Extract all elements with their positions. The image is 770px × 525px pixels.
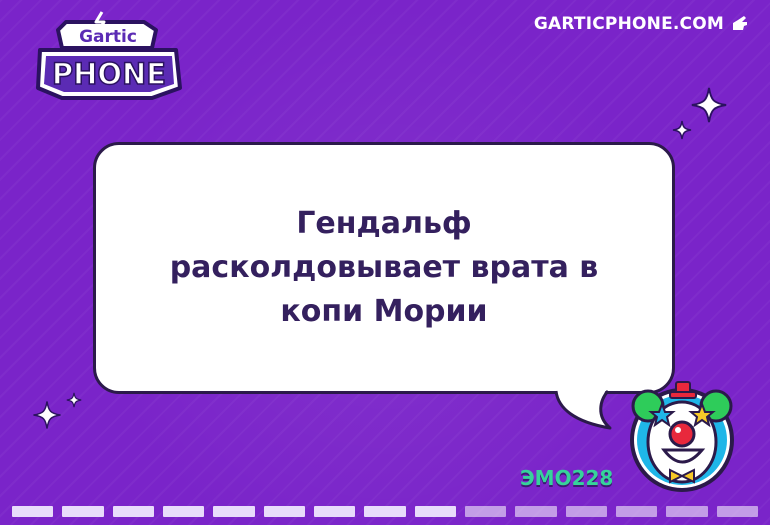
progress-segment (414, 506, 456, 517)
site-label: GARTICPHONE.COM (533, 14, 724, 34)
sparkle-icon (33, 401, 61, 429)
player-name: ЭМО228 (520, 466, 614, 490)
progress-segment (62, 506, 104, 517)
progress-segment (565, 506, 607, 517)
progress-segment (313, 506, 356, 517)
progress-segment (666, 506, 708, 517)
round-progress (12, 506, 758, 517)
site-link[interactable]: GARTICPHONE.COM (534, 14, 750, 34)
progress-segment (615, 506, 658, 517)
svg-text:PHONE: PHONE (52, 57, 166, 91)
progress-segment (112, 506, 154, 517)
clown-avatar (630, 381, 734, 492)
progress-segment (364, 506, 406, 517)
phrase-text: Гендальф расколдовывает врата в копи Мор… (169, 206, 599, 329)
progress-segment (213, 506, 255, 517)
hand-pointer-icon (733, 16, 747, 30)
progress-segment (263, 506, 305, 517)
sparkle-icon (691, 87, 727, 123)
sparkle-icon (66, 392, 82, 408)
progress-segment (12, 506, 54, 517)
progress-segment (162, 506, 205, 517)
progress-segment (464, 506, 507, 517)
progress-segment (515, 506, 557, 517)
gartic-phone-logo: Gartic PHONE (36, 11, 182, 100)
svg-text:Gartic: Gartic (79, 27, 137, 47)
sparkle-icon (672, 120, 692, 140)
progress-segment (716, 506, 758, 517)
